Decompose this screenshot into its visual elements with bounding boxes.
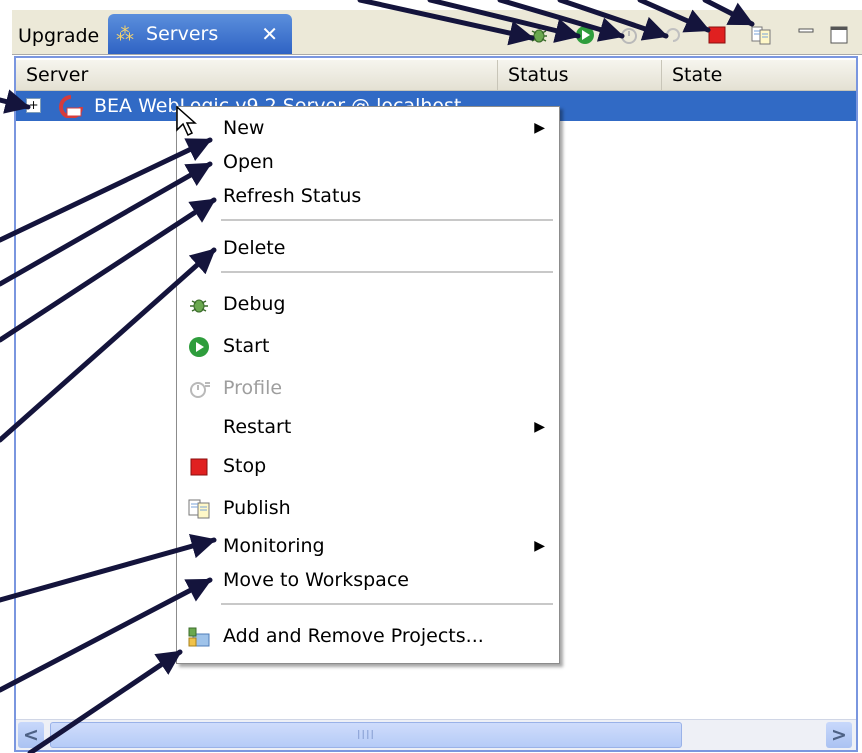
menu-item-label: New [223, 117, 265, 139]
submenu-arrow-icon: ▶ [534, 120, 545, 136]
context-menu: New ▶ Open Refresh Status Delete Debug S… [176, 106, 560, 664]
weblogic-server-icon [59, 95, 83, 118]
column-header-server[interactable]: Server [16, 60, 498, 90]
menu-item-label: Add and Remove Projects... [223, 625, 484, 647]
maximize-icon[interactable] [828, 24, 850, 46]
submenu-arrow-icon: ▶ [534, 419, 545, 435]
menu-item-restart[interactable]: Restart ▶ [177, 410, 559, 444]
column-header-status[interactable]: Status [498, 60, 662, 90]
stop-icon[interactable] [706, 24, 728, 46]
menu-item-open[interactable]: Open [177, 145, 559, 179]
menu-item-label: Move to Workspace [223, 569, 409, 591]
menu-item-move-to-workspace[interactable]: Move to Workspace [177, 563, 559, 597]
menu-item-delete[interactable]: Delete [177, 231, 559, 265]
scroll-thumb[interactable]: IIII [50, 722, 682, 748]
mouse-cursor-icon [176, 106, 197, 137]
menu-item-refresh-status[interactable]: Refresh Status [177, 179, 559, 213]
table-header: Server Status State [16, 60, 856, 91]
menu-item-new[interactable]: New ▶ [177, 111, 559, 145]
menu-separator [221, 603, 553, 605]
scroll-right-button[interactable]: > [826, 722, 852, 748]
menu-item-publish[interactable]: Publish [177, 491, 559, 525]
menu-item-debug[interactable]: Debug [177, 287, 559, 321]
menu-item-add-remove-projects[interactable]: Add and Remove Projects... [177, 619, 559, 653]
menu-item-label: Monitoring [223, 535, 325, 557]
tab-upgrade-label: Upgrade [18, 25, 100, 47]
start-icon[interactable] [574, 24, 596, 46]
restart-icon[interactable] [662, 24, 684, 46]
menu-separator [221, 219, 553, 221]
add-remove-projects-icon [188, 627, 210, 647]
menu-item-profile[interactable]: Profile [177, 371, 559, 405]
tab-upgrade[interactable]: Upgrade [12, 18, 110, 54]
minimize-icon[interactable] [796, 24, 818, 46]
menu-item-label: Open [223, 151, 274, 173]
view-tab-bar: Upgrade ⁂ Servers ✕ [12, 10, 862, 55]
menu-item-label: Debug [223, 293, 286, 315]
publish-icon[interactable] [750, 24, 772, 46]
publish-icon [188, 499, 210, 519]
menu-item-label: Restart [223, 416, 292, 438]
menu-item-label: Refresh Status [223, 185, 362, 207]
menu-item-stop[interactable]: Stop [177, 449, 559, 483]
debug-icon[interactable] [528, 24, 550, 46]
menu-item-label: Publish [223, 497, 291, 519]
profile-icon [190, 382, 210, 398]
scroll-left-button[interactable]: < [18, 722, 44, 748]
close-tab-icon[interactable]: ✕ [261, 14, 278, 54]
stop-icon [190, 458, 208, 476]
menu-item-monitoring[interactable]: Monitoring ▶ [177, 529, 559, 563]
expand-icon[interactable]: + [26, 98, 41, 113]
menu-item-label: Start [223, 335, 270, 357]
menu-separator [221, 271, 553, 273]
menu-item-label: Delete [223, 237, 286, 259]
column-header-state[interactable]: State [662, 60, 856, 90]
debug-icon [190, 299, 208, 313]
menu-item-label: Stop [223, 455, 267, 477]
tab-servers[interactable]: ⁂ Servers ✕ [108, 14, 292, 54]
profile-icon[interactable] [618, 24, 640, 46]
submenu-arrow-icon: ▶ [534, 538, 545, 554]
start-icon [189, 337, 209, 357]
menu-item-label: Profile [223, 377, 283, 399]
tab-servers-label: Servers [146, 23, 219, 45]
servers-view-icon: ⁂ [116, 24, 134, 45]
horizontal-scrollbar[interactable]: < IIII > [16, 719, 856, 750]
menu-item-start[interactable]: Start [177, 329, 559, 363]
